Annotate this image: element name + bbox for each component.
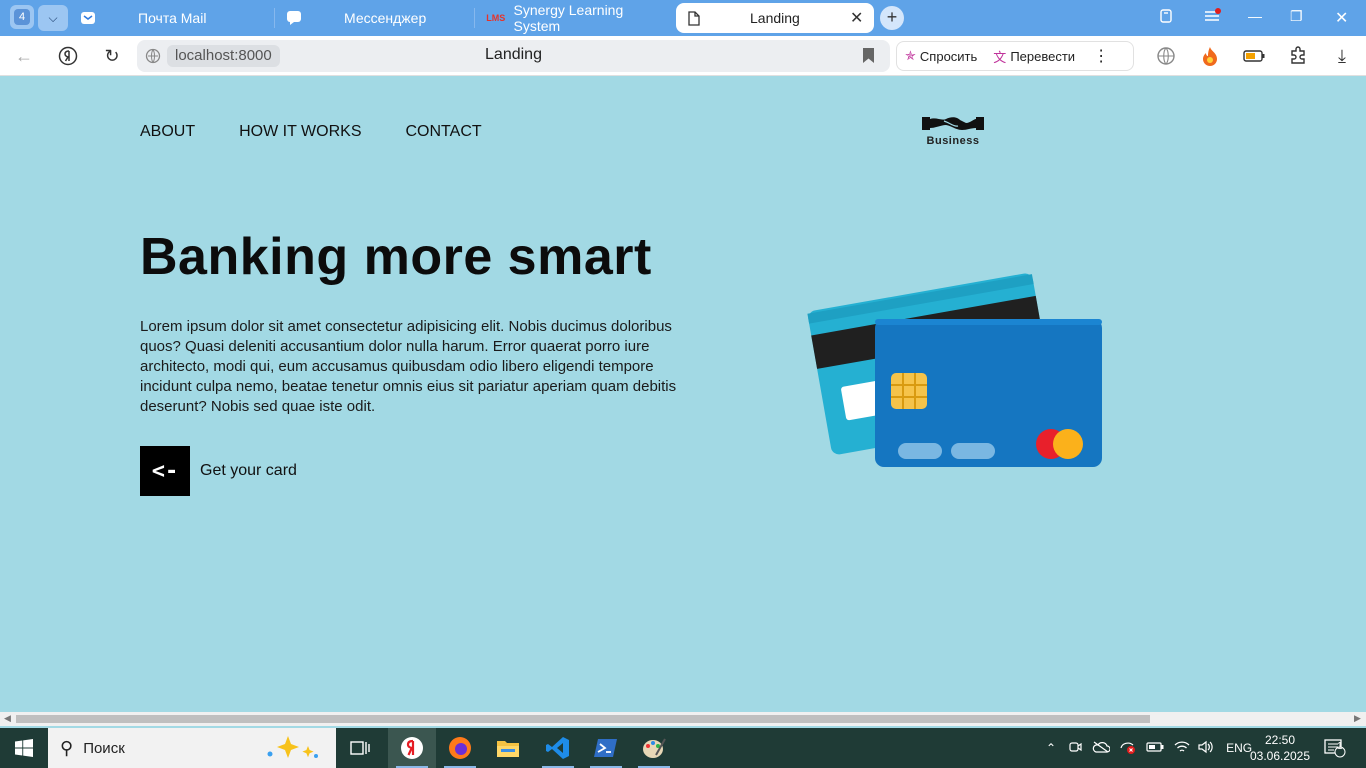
wifi-icon[interactable] xyxy=(1174,740,1190,757)
clock-time: 22:50 xyxy=(1264,733,1296,747)
notifications-button[interactable]: 1 xyxy=(1324,728,1346,768)
restore-window-icon[interactable]: ❐ xyxy=(1290,8,1303,25)
yandex-browser-app-icon[interactable] xyxy=(388,728,436,768)
menu-how-it-works[interactable]: HOW IT WORKS xyxy=(239,123,361,141)
tab-title: Landing xyxy=(750,10,800,26)
fire-extension-icon[interactable] xyxy=(1198,44,1222,68)
battery-icon[interactable] xyxy=(1146,741,1164,755)
clock-date: 03.06.2025 xyxy=(1249,749,1311,763)
tab-separator xyxy=(474,8,475,28)
scrollbar-thumb[interactable] xyxy=(16,715,1150,723)
search-highlights-icon[interactable] xyxy=(264,734,324,766)
credit-cards-illustration xyxy=(807,273,1102,467)
firefox-app-icon[interactable] xyxy=(436,728,484,768)
landing-page: ABOUT HOW IT WORKS CONTACT Business Bank… xyxy=(0,77,1366,712)
lms-icon: LMS xyxy=(486,13,506,23)
menu-contact[interactable]: CONTACT xyxy=(406,123,482,141)
tab-title: Synergy Learning System xyxy=(513,2,624,34)
new-tab-button[interactable]: + xyxy=(880,6,904,30)
windows-taskbar: ⚲ Поиск ⌃ ENG 22:50 03.06.2025 1 xyxy=(0,728,1366,768)
translate-label: Перевести xyxy=(1010,48,1076,64)
onedrive-icon[interactable] xyxy=(1092,741,1111,756)
battery-saver-icon[interactable] xyxy=(1242,44,1266,68)
tab-title: Мессенджер xyxy=(344,10,427,26)
browser-tab-strip: 4 ⌵ Почта Mail Мессенджер LMS Synergy Le… xyxy=(0,0,1366,36)
cta-label[interactable]: Get your card xyxy=(200,462,297,480)
show-hidden-icons-icon[interactable]: ⌃ xyxy=(1046,741,1056,755)
network-error-icon[interactable] xyxy=(1120,740,1136,757)
logo-text: Business xyxy=(926,135,980,147)
more-options-icon[interactable]: ⋮ xyxy=(1083,46,1119,66)
scroll-left-icon[interactable]: ◀ xyxy=(4,713,11,724)
file-explorer-app-icon[interactable] xyxy=(484,728,532,768)
browser-toolbar: ← ↻ localhost:8000 Landing ✯ Спросить 文 … xyxy=(0,36,1366,76)
ai-actions: ✯ Спросить 文 Перевести ⋮ xyxy=(896,41,1134,71)
taskbar-search-box[interactable]: ⚲ Поиск xyxy=(48,728,336,768)
tab-landing-active[interactable]: Landing ✕ xyxy=(676,3,874,33)
ask-label: Спросить xyxy=(919,48,978,64)
horizontal-scrollbar[interactable]: ◀ ▶ xyxy=(0,712,1366,726)
business-logo[interactable]: Business xyxy=(920,113,986,149)
cta-arrow-button[interactable]: <- xyxy=(140,446,190,496)
vscode-app-icon[interactable] xyxy=(534,728,582,768)
system-tray: ⌃ ENG xyxy=(1046,728,1252,768)
back-icon[interactable]: ← xyxy=(12,44,36,68)
tab-synergy[interactable]: LMS Synergy Learning System xyxy=(480,2,670,34)
windows-start-icon[interactable] xyxy=(0,728,48,768)
paint-app-icon[interactable] xyxy=(630,728,678,768)
meet-now-icon[interactable] xyxy=(1068,740,1082,757)
address-bar[interactable]: localhost:8000 Landing xyxy=(137,40,890,72)
powershell-app-icon[interactable] xyxy=(582,728,630,768)
scroll-right-icon[interactable]: ▶ xyxy=(1354,713,1361,724)
taskbar-clock[interactable]: 22:50 03.06.2025 xyxy=(1248,732,1312,764)
hero-title: Banking more smart xyxy=(140,228,652,286)
globe-icon[interactable] xyxy=(1154,44,1178,68)
task-view-icon[interactable] xyxy=(336,728,384,768)
menu-icon[interactable] xyxy=(1204,8,1222,27)
tab-title: Почта Mail xyxy=(138,10,207,26)
close-tab-icon[interactable]: ✕ xyxy=(850,8,863,28)
document-icon xyxy=(686,10,702,26)
download-icon[interactable]: ⤓ xyxy=(1330,44,1354,68)
tab-count: 4 xyxy=(14,9,30,25)
tab-counter-button[interactable]: 4 xyxy=(10,5,34,29)
translate-icon: 文 xyxy=(993,49,1007,65)
volume-icon[interactable] xyxy=(1198,740,1214,757)
get-card-cta[interactable]: <- Get your card xyxy=(140,446,297,496)
hero-description: Lorem ipsum dolor sit amet consectetur a… xyxy=(140,318,677,415)
tab-separator xyxy=(274,8,275,28)
tab-mail[interactable]: Почта Mail xyxy=(80,3,270,33)
menu-about[interactable]: ABOUT xyxy=(140,123,195,141)
extensions-icon[interactable] xyxy=(1286,44,1310,68)
ask-icon: ✯ xyxy=(905,48,916,63)
mail-icon xyxy=(80,10,96,26)
collections-icon[interactable] xyxy=(1158,8,1174,27)
tab-messenger[interactable]: Мессенджер xyxy=(280,3,470,33)
ask-button[interactable]: ✯ Спросить xyxy=(897,48,985,64)
tab-list-chevron-icon[interactable]: ⌵ xyxy=(38,5,68,31)
minimize-window-icon[interactable]: — xyxy=(1248,8,1262,24)
reload-icon[interactable]: ↻ xyxy=(100,44,124,68)
translate-button[interactable]: 文 Перевести xyxy=(985,47,1083,66)
notification-count: 1 xyxy=(1337,741,1343,752)
messenger-icon xyxy=(286,10,302,26)
page-title-in-address: Landing xyxy=(485,46,542,63)
main-menu: ABOUT HOW IT WORKS CONTACT xyxy=(140,123,482,141)
search-icon: ⚲ xyxy=(60,737,74,758)
search-placeholder: Поиск xyxy=(83,739,125,757)
yandex-icon[interactable] xyxy=(56,44,80,68)
close-window-icon[interactable]: ✕ xyxy=(1335,8,1348,28)
handshake-icon xyxy=(922,117,984,130)
